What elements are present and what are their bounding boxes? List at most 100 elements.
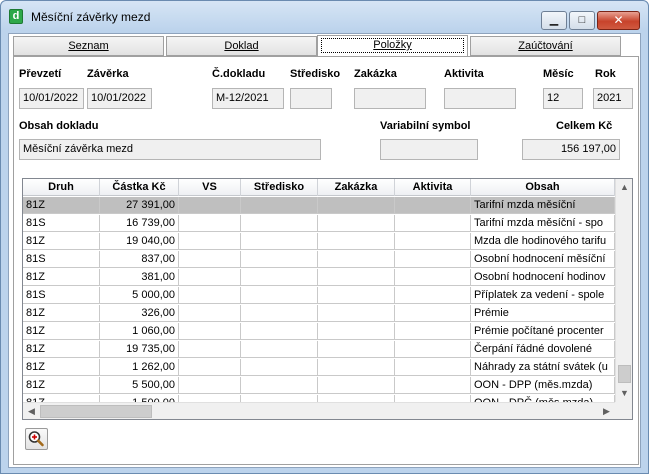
table-row[interactable]: 81Z 326,00 Prémie bbox=[23, 305, 615, 322]
cell-aktivita[interactable] bbox=[395, 305, 471, 322]
cell-aktivita[interactable] bbox=[395, 197, 471, 214]
cell-stredisko[interactable] bbox=[241, 305, 318, 322]
cell-druh[interactable]: 81Z bbox=[23, 323, 100, 340]
close-button[interactable]: ✕ bbox=[597, 11, 640, 30]
cell-druh[interactable]: 81Z bbox=[23, 377, 100, 394]
vertical-scrollbar[interactable]: ▲ ▼ bbox=[615, 179, 632, 402]
cell-castka[interactable]: 1 060,00 bbox=[100, 323, 179, 340]
cell-zakazka[interactable] bbox=[318, 359, 395, 376]
cell-obsah[interactable]: Osobní hodnocení měsíční bbox=[471, 251, 615, 268]
cell-aktivita[interactable] bbox=[395, 341, 471, 358]
tab-doklad[interactable]: Doklad bbox=[166, 36, 317, 56]
table-row[interactable]: 81Z 27 391,00 Tarifní mzda měsíční bbox=[23, 197, 615, 214]
cell-vs[interactable] bbox=[179, 323, 241, 340]
cell-zakazka[interactable] bbox=[318, 287, 395, 304]
cell-druh[interactable]: 81Z bbox=[23, 359, 100, 376]
table-row[interactable]: 81Z 5 500,00 OON - DPP (měs.mzda) bbox=[23, 377, 615, 394]
cell-zakazka[interactable] bbox=[318, 377, 395, 394]
cell-obsah[interactable]: Osobní hodnocení hodinov bbox=[471, 269, 615, 286]
table-row[interactable]: 81S 837,00 Osobní hodnocení měsíční bbox=[23, 251, 615, 268]
cell-obsah[interactable]: Tarifní mzda měsíční bbox=[471, 197, 615, 214]
prevzeti-field[interactable]: 10/01/2022 bbox=[19, 88, 84, 109]
cell-druh[interactable]: 81Z bbox=[23, 341, 100, 358]
horizontal-scroll-thumb[interactable] bbox=[40, 405, 152, 418]
cell-aktivita[interactable] bbox=[395, 323, 471, 340]
cell-obsah[interactable]: Prémie bbox=[471, 305, 615, 322]
cell-zakazka[interactable] bbox=[318, 197, 395, 214]
cell-castka[interactable]: 5 000,00 bbox=[100, 287, 179, 304]
app-icon[interactable]: d bbox=[9, 9, 23, 24]
col-castka[interactable]: Částka Kč bbox=[100, 179, 179, 196]
col-obsah[interactable]: Obsah bbox=[471, 179, 615, 196]
col-stredisko[interactable]: Středisko bbox=[241, 179, 318, 196]
cell-castka[interactable]: 381,00 bbox=[100, 269, 179, 286]
cell-stredisko[interactable] bbox=[241, 215, 318, 232]
mesic-field[interactable]: 12 bbox=[543, 88, 583, 109]
cell-zakazka[interactable] bbox=[318, 269, 395, 286]
table-row[interactable]: 81Z 1 262,00 Náhrady za státní svátek (u bbox=[23, 359, 615, 376]
cell-castka[interactable]: 19 735,00 bbox=[100, 341, 179, 358]
cell-stredisko[interactable] bbox=[241, 233, 318, 250]
cell-obsah[interactable]: Mzda dle hodinového tarifu bbox=[471, 233, 615, 250]
cell-obsah[interactable]: Tarifní mzda měsíční - spo bbox=[471, 215, 615, 232]
cell-druh[interactable]: 81S bbox=[23, 287, 100, 304]
table-row[interactable]: 81Z 19 040,00 Mzda dle hodinového tarifu bbox=[23, 233, 615, 250]
table-row[interactable]: 81Z 381,00 Osobní hodnocení hodinov bbox=[23, 269, 615, 286]
cell-druh[interactable]: 81S bbox=[23, 215, 100, 232]
col-druh[interactable]: Druh bbox=[23, 179, 100, 196]
cell-castka[interactable]: 326,00 bbox=[100, 305, 179, 322]
cell-stredisko[interactable] bbox=[241, 377, 318, 394]
cell-stredisko[interactable] bbox=[241, 341, 318, 358]
obsah-field[interactable]: Měsíční závěrka mezd bbox=[19, 139, 321, 160]
cell-obsah[interactable]: Náhrady za státní svátek (u bbox=[471, 359, 615, 376]
title-bar[interactable]: d Měsíční závěrky mezd ▁ □ ✕ bbox=[1, 1, 648, 31]
polozky-grid[interactable]: Druh Částka Kč VS Středisko Zakázka Akti… bbox=[22, 178, 633, 420]
zoom-button[interactable] bbox=[25, 428, 48, 450]
rok-field[interactable]: 2021 bbox=[593, 88, 633, 109]
cell-castka[interactable]: 837,00 bbox=[100, 251, 179, 268]
col-zakazka[interactable]: Zakázka bbox=[318, 179, 395, 196]
cell-vs[interactable] bbox=[179, 197, 241, 214]
cell-vs[interactable] bbox=[179, 287, 241, 304]
vs-field[interactable] bbox=[380, 139, 478, 160]
cell-stredisko[interactable] bbox=[241, 269, 318, 286]
cell-aktivita[interactable] bbox=[395, 359, 471, 376]
col-aktivita[interactable]: Aktivita bbox=[395, 179, 471, 196]
cell-stredisko[interactable] bbox=[241, 197, 318, 214]
cell-druh[interactable]: 81Z bbox=[23, 197, 100, 214]
cell-zakazka[interactable] bbox=[318, 233, 395, 250]
cell-obsah[interactable]: Prémie počítané procenter bbox=[471, 323, 615, 340]
cell-vs[interactable] bbox=[179, 233, 241, 250]
cell-castka[interactable]: 1 262,00 bbox=[100, 359, 179, 376]
cell-obsah[interactable]: Čerpání řádné dovolené bbox=[471, 341, 615, 358]
cell-stredisko[interactable] bbox=[241, 287, 318, 304]
cell-vs[interactable] bbox=[179, 377, 241, 394]
scroll-right-icon[interactable]: ▶ bbox=[598, 403, 615, 419]
cell-aktivita[interactable] bbox=[395, 215, 471, 232]
cell-stredisko[interactable] bbox=[241, 359, 318, 376]
cell-zakazka[interactable] bbox=[318, 305, 395, 322]
cell-castka[interactable]: 19 040,00 bbox=[100, 233, 179, 250]
cell-castka[interactable]: 27 391,00 bbox=[100, 197, 179, 214]
tab-polozky[interactable]: Položky bbox=[317, 35, 468, 57]
scroll-down-icon[interactable]: ▼ bbox=[616, 385, 632, 402]
cell-aktivita[interactable] bbox=[395, 269, 471, 286]
vertical-scroll-thumb[interactable] bbox=[618, 365, 631, 383]
cell-druh[interactable]: 81Z bbox=[23, 233, 100, 250]
cell-castka[interactable]: 16 739,00 bbox=[100, 215, 179, 232]
cell-aktivita[interactable] bbox=[395, 377, 471, 394]
table-row[interactable]: 81S 5 000,00 Příplatek za vedení - spole bbox=[23, 287, 615, 304]
tab-zauctovani[interactable]: Zaúčtování bbox=[470, 36, 621, 56]
cell-druh[interactable]: 81Z bbox=[23, 269, 100, 286]
cell-vs[interactable] bbox=[179, 269, 241, 286]
cell-vs[interactable] bbox=[179, 341, 241, 358]
maximize-button[interactable]: □ bbox=[569, 11, 595, 30]
cell-aktivita[interactable] bbox=[395, 287, 471, 304]
cell-zakazka[interactable] bbox=[318, 251, 395, 268]
cell-stredisko[interactable] bbox=[241, 251, 318, 268]
table-row[interactable]: 81S 16 739,00 Tarifní mzda měsíční - spo bbox=[23, 215, 615, 232]
cell-obsah[interactable]: OON - DPP (měs.mzda) bbox=[471, 377, 615, 394]
cell-obsah[interactable]: Příplatek za vedení - spole bbox=[471, 287, 615, 304]
cell-castka[interactable]: 5 500,00 bbox=[100, 377, 179, 394]
cell-stredisko[interactable] bbox=[241, 323, 318, 340]
